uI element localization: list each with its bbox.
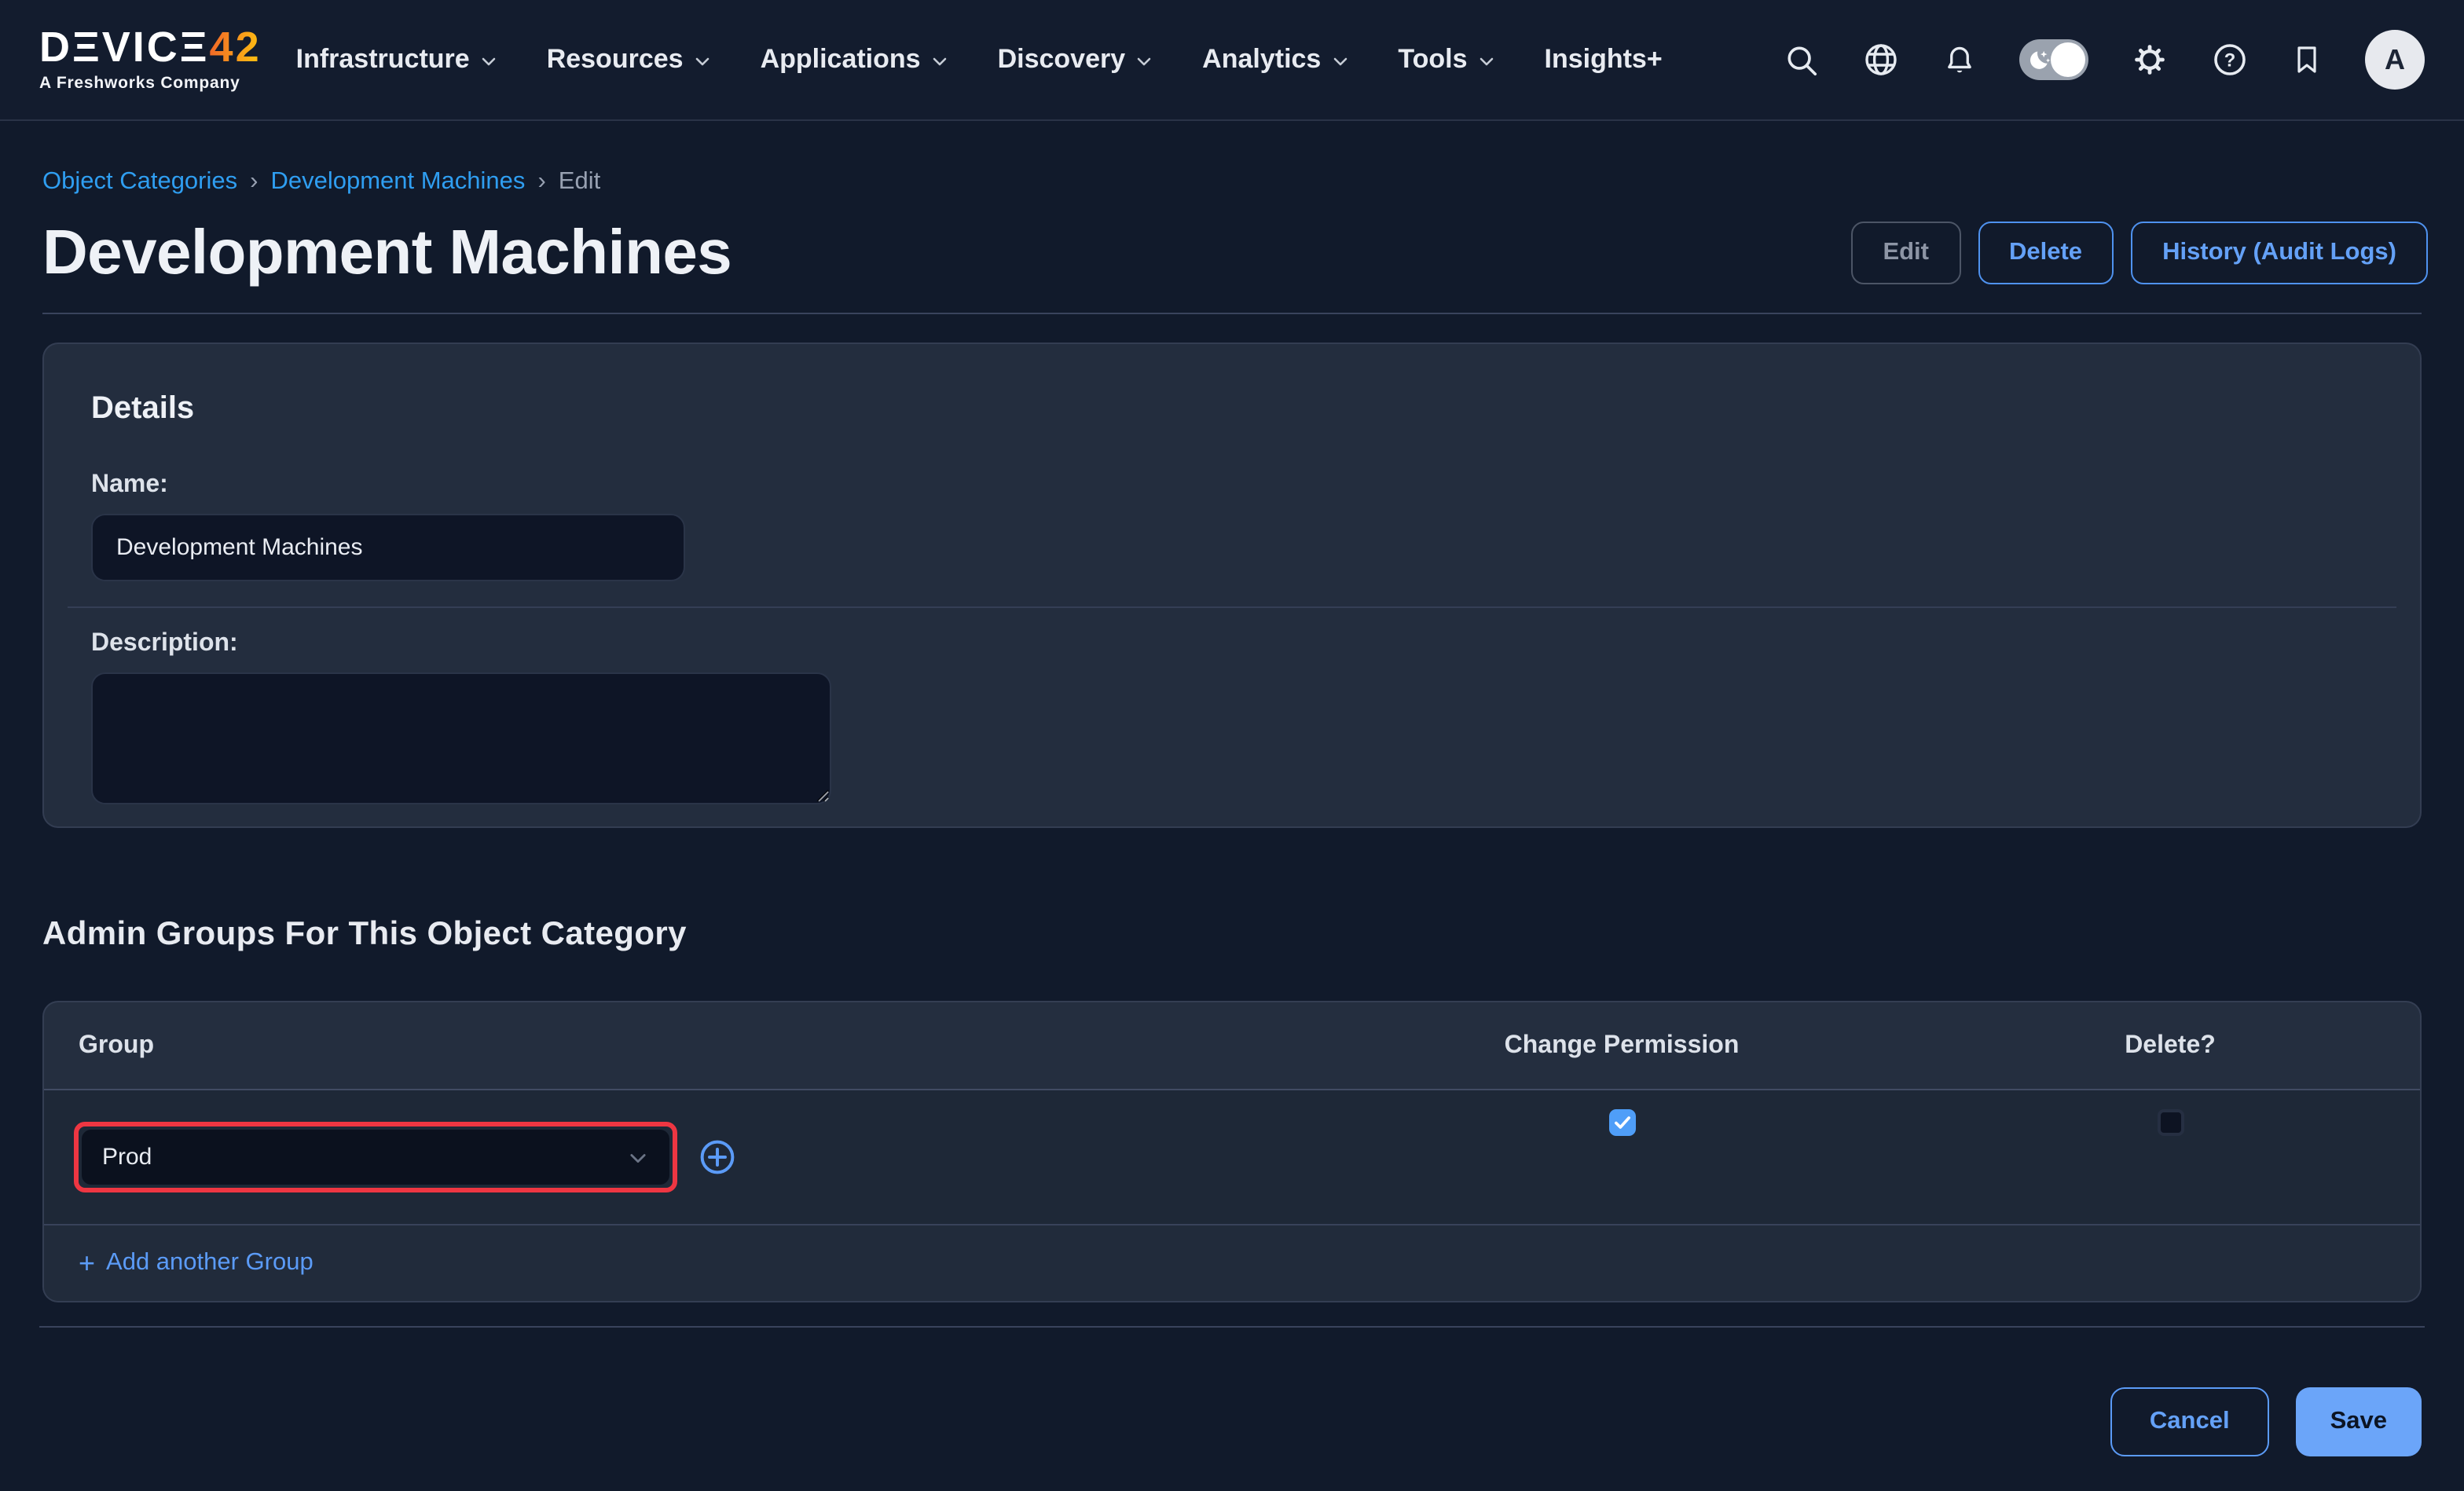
details-heading: Details bbox=[91, 391, 2373, 427]
nav-item-label: Applications bbox=[761, 44, 921, 75]
page-actions: Edit Delete History (Audit Logs) bbox=[1851, 222, 2428, 284]
add-another-group-label: Add another Group bbox=[106, 1249, 314, 1277]
main-content: Object Categories › Development Machines… bbox=[0, 168, 2464, 1456]
table-footer-row: + Add another Group bbox=[44, 1224, 2420, 1301]
chevron-down-icon bbox=[693, 52, 712, 71]
nav-item-label: Analytics bbox=[1202, 44, 1321, 75]
nav-item-label: Insights+ bbox=[1545, 44, 1663, 75]
question-mark-icon: ? bbox=[2211, 41, 2249, 79]
top-nav: DΞVICΞ42 A Freshworks Company Infrastruc… bbox=[0, 0, 2464, 121]
chevron-down-icon bbox=[1330, 52, 1349, 71]
chevron-down-icon bbox=[627, 1146, 649, 1168]
breadcrumb-separator: › bbox=[537, 168, 545, 196]
dark-mode-toggle[interactable] bbox=[2019, 39, 2088, 80]
plus-circle-icon bbox=[698, 1137, 737, 1177]
logo-brand-number: 42 bbox=[210, 24, 262, 71]
gear-icon bbox=[2131, 41, 2169, 79]
nav-item-tools[interactable]: Tools bbox=[1398, 44, 1495, 75]
description-field[interactable] bbox=[91, 672, 831, 804]
group-select[interactable]: Prod bbox=[82, 1130, 669, 1185]
table-row: Prod bbox=[44, 1089, 2420, 1224]
add-another-group-link[interactable]: + Add another Group bbox=[79, 1249, 314, 1277]
description-label: Description: bbox=[91, 630, 2373, 658]
settings-button[interactable] bbox=[2131, 41, 2169, 79]
nav-item-applications[interactable]: Applications bbox=[761, 44, 949, 75]
bell-icon bbox=[1942, 42, 1977, 78]
notifications-button[interactable] bbox=[1942, 42, 1977, 78]
device42-app: DΞVICΞ42 A Freshworks Company Infrastruc… bbox=[0, 0, 2464, 1491]
title-divider bbox=[42, 313, 2422, 314]
admin-groups-heading: Admin Groups For This Object Category bbox=[42, 916, 2422, 954]
logo-brand: DΞVICΞ42 bbox=[39, 27, 262, 69]
save-button[interactable]: Save bbox=[2296, 1387, 2422, 1456]
group-select-value: Prod bbox=[102, 1144, 152, 1170]
breadcrumb-development-machines[interactable]: Development Machines bbox=[270, 168, 525, 196]
globe-button[interactable] bbox=[1862, 41, 1900, 79]
name-field[interactable] bbox=[91, 514, 685, 581]
bookmark-icon bbox=[2291, 42, 2323, 77]
nav-item-infrastructure[interactable]: Infrastructure bbox=[296, 44, 498, 75]
device42-logo[interactable]: DΞVICΞ42 A Freshworks Company bbox=[39, 27, 262, 93]
plus-icon: + bbox=[79, 1249, 95, 1277]
footer-actions: Cancel Save bbox=[42, 1387, 2422, 1456]
moon-icon bbox=[2024, 46, 2052, 74]
checkmark-icon bbox=[1612, 1112, 1632, 1133]
breadcrumb: Object Categories › Development Machines… bbox=[42, 168, 2422, 196]
svg-text:?: ? bbox=[2224, 49, 2236, 71]
column-header-group: Group bbox=[44, 1031, 1323, 1060]
column-header-delete: Delete? bbox=[2125, 1031, 2216, 1060]
nav-item-label: Resources bbox=[547, 44, 684, 75]
edit-button[interactable]: Edit bbox=[1851, 222, 1960, 284]
logo-brand-text: DΞVICΞ bbox=[39, 24, 210, 71]
delete-checkbox[interactable] bbox=[2157, 1109, 2184, 1136]
breadcrumb-separator: › bbox=[250, 168, 258, 196]
details-card: Details Name: Description: bbox=[42, 343, 2422, 828]
search-button[interactable] bbox=[1784, 42, 1820, 78]
logo-tagline: A Freshworks Company bbox=[39, 74, 262, 93]
cancel-button[interactable]: Cancel bbox=[2110, 1387, 2269, 1456]
nav-item-label: Infrastructure bbox=[296, 44, 470, 75]
column-header-change-permission: Change Permission bbox=[1505, 1031, 1740, 1060]
globe-icon bbox=[1862, 41, 1900, 79]
chevron-down-icon bbox=[930, 52, 949, 71]
delete-button[interactable]: Delete bbox=[1978, 222, 2114, 284]
nav-item-resources[interactable]: Resources bbox=[547, 44, 712, 75]
search-icon bbox=[1784, 42, 1820, 78]
nav-item-discovery[interactable]: Discovery bbox=[998, 44, 1154, 75]
breadcrumb-current: Edit bbox=[559, 168, 600, 196]
change-permission-checkbox[interactable] bbox=[1608, 1109, 1635, 1136]
avatar-initial: A bbox=[2385, 43, 2405, 76]
user-avatar[interactable]: A bbox=[2365, 30, 2425, 90]
nav-item-label: Discovery bbox=[998, 44, 1126, 75]
main-menu: Infrastructure Resources Applications Di… bbox=[296, 44, 1663, 75]
nav-item-analytics[interactable]: Analytics bbox=[1202, 44, 1349, 75]
bookmark-button[interactable] bbox=[2291, 42, 2323, 77]
group-select-highlight: Prod bbox=[74, 1122, 677, 1192]
add-group-button[interactable] bbox=[698, 1137, 737, 1177]
chevron-down-icon bbox=[1135, 52, 1153, 71]
help-button[interactable]: ? bbox=[2211, 41, 2249, 79]
chevron-down-icon bbox=[479, 52, 498, 71]
history-audit-logs-button[interactable]: History (Audit Logs) bbox=[2131, 222, 2428, 284]
details-divider bbox=[68, 606, 2396, 608]
toggle-knob bbox=[2051, 42, 2085, 77]
table-header-row: Group Change Permission Delete? bbox=[44, 1002, 2420, 1089]
admin-groups-table: Group Change Permission Delete? Prod bbox=[42, 1001, 2422, 1302]
chevron-down-icon bbox=[1477, 52, 1496, 71]
group-cell: Prod bbox=[44, 1122, 1323, 1192]
breadcrumb-object-categories[interactable]: Object Categories bbox=[42, 168, 237, 196]
nav-item-insights[interactable]: Insights+ bbox=[1545, 44, 1663, 75]
nav-utilities: ? A bbox=[1784, 30, 2425, 90]
name-label: Name: bbox=[91, 471, 2373, 500]
footer-divider bbox=[39, 1326, 2425, 1328]
page-header: Development Machines Edit Delete History… bbox=[42, 215, 2422, 291]
nav-item-label: Tools bbox=[1398, 44, 1467, 75]
page-title: Development Machines bbox=[42, 215, 732, 291]
